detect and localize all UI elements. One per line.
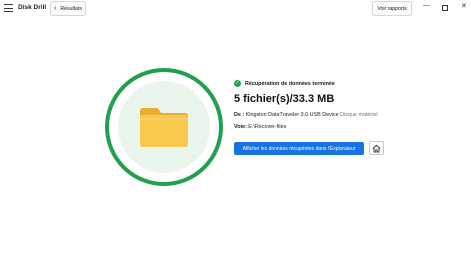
device-name: Kingston DataTraveler 3.0 USB Device — [245, 112, 339, 118]
device-label: De : — [234, 112, 245, 118]
hamburger-icon[interactable] — [4, 4, 13, 12]
show-in-explorer-button[interactable]: Afficher les données récupérées dans l'E… — [234, 142, 364, 155]
path-label: Voie: — [234, 124, 247, 130]
check-circle-icon: ✓ — [234, 80, 241, 87]
back-button-label: Résultats — [60, 5, 82, 12]
success-ring — [105, 68, 223, 186]
device-row: De : Kingston DataTraveler 3.0 USB Devic… — [234, 112, 378, 118]
status-row: ✓ Récupération de données terminée — [234, 80, 335, 87]
app-title: Disk Drill — [18, 4, 47, 11]
home-icon — [372, 144, 381, 153]
back-button[interactable]: ‹ Résultats — [50, 1, 86, 16]
status-text: Récupération de données terminée — [245, 80, 335, 87]
recovery-summary: 5 fichier(s)/33.3 MB — [234, 93, 335, 105]
home-button[interactable] — [369, 141, 384, 155]
ring-inner — [118, 81, 210, 173]
path-row: Voie: E:\Recover-files — [234, 124, 286, 130]
view-reports-button[interactable]: Voir rapports — [372, 1, 412, 16]
folder-icon — [140, 108, 188, 147]
path-value: E:\Recover-files — [248, 124, 287, 130]
close-icon[interactable]: ✕ — [461, 3, 467, 11]
chevron-left-icon: ‹ — [54, 5, 57, 12]
maximize-icon[interactable] — [442, 5, 448, 11]
device-type: Disque matériel — [340, 112, 378, 118]
minimize-icon[interactable]: — — [423, 2, 430, 10]
title-bar: Disk Drill ‹ Résultats Voir rapports — ✕ — [0, 0, 471, 18]
